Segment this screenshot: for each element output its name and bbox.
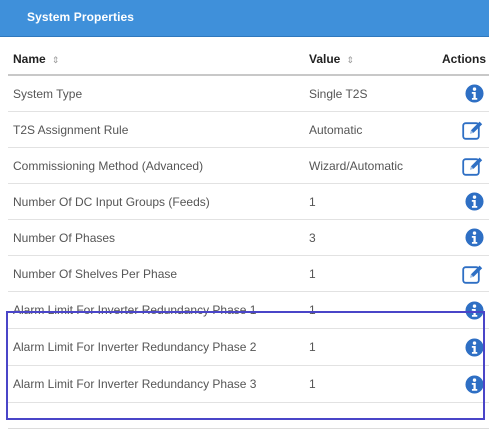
info-icon[interactable] — [465, 228, 484, 247]
property-name: Number Of DC Input Groups (Feeds) — [8, 183, 304, 220]
table-row: Commissioning Method (Advanced) Wizard/Au… — [8, 147, 489, 184]
property-name: System Type — [8, 75, 304, 112]
column-header-value[interactable]: Value ⇕ — [304, 44, 432, 76]
property-actions — [432, 219, 489, 256]
edit-icon[interactable] — [462, 264, 484, 284]
table-bottom-divider — [8, 428, 489, 429]
property-value: Single T2S — [304, 75, 432, 112]
property-actions — [432, 147, 489, 184]
table-row: Alarm Limit For Inverter Redundancy Phas… — [8, 365, 489, 403]
table-row: Number Of Shelves Per Phase 1 — [8, 255, 489, 292]
sort-icon[interactable]: ⇕ — [52, 55, 60, 65]
property-value: Automatic — [304, 111, 432, 148]
properties-table: Name ⇕ Value ⇕ Actions System Type Single T… — [8, 44, 489, 403]
property-name: Number Of Phases — [8, 219, 304, 256]
info-icon[interactable] — [465, 192, 484, 211]
table-row: Number Of DC Input Groups (Feeds) 1 — [8, 183, 489, 220]
property-name: Alarm Limit For Inverter Redundancy Phas… — [8, 365, 304, 403]
info-icon[interactable] — [465, 374, 484, 394]
property-actions — [432, 365, 489, 403]
property-value: 1 — [304, 365, 432, 403]
property-actions — [432, 111, 489, 148]
property-actions — [432, 255, 489, 292]
property-name: Alarm Limit For Inverter Redundancy Phas… — [8, 291, 304, 329]
panel-title: System Properties — [27, 10, 135, 24]
table-row: Alarm Limit For Inverter Redundancy Phas… — [8, 291, 489, 329]
property-value: Wizard/Automatic — [304, 147, 432, 184]
property-name: Number Of Shelves Per Phase — [8, 255, 304, 292]
property-value: 1 — [304, 255, 432, 292]
column-header-name-label: Name — [13, 52, 46, 66]
property-name: Commissioning Method (Advanced) — [8, 147, 304, 184]
column-header-value-label: Value — [309, 52, 341, 66]
property-actions — [432, 328, 489, 366]
property-actions — [432, 75, 489, 112]
column-header-name[interactable]: Name ⇕ — [8, 44, 304, 76]
property-actions — [432, 291, 489, 329]
property-name: Alarm Limit For Inverter Redundancy Phas… — [8, 328, 304, 366]
table-row: System Type Single T2S — [8, 75, 489, 112]
table-row: Alarm Limit For Inverter Redundancy Phas… — [8, 328, 489, 366]
property-value: 1 — [304, 328, 432, 366]
info-icon[interactable] — [465, 84, 484, 103]
property-name: T2S Assignment Rule — [8, 111, 304, 148]
system-properties-panel: System Properties Name ⇕ Value ⇕ Actions S… — [0, 0, 489, 440]
property-value: 1 — [304, 183, 432, 220]
edit-icon[interactable] — [462, 156, 484, 176]
sort-icon[interactable]: ⇕ — [346, 55, 354, 65]
property-value: 3 — [304, 219, 432, 256]
info-icon[interactable] — [465, 337, 484, 357]
property-actions — [432, 183, 489, 220]
edit-icon[interactable] — [462, 120, 484, 140]
property-value: 1 — [304, 291, 432, 329]
table-header-row: Name ⇕ Value ⇕ Actions — [8, 44, 489, 76]
panel-header: System Properties — [0, 0, 489, 37]
column-header-actions: Actions — [432, 44, 489, 76]
table-row: T2S Assignment Rule Automatic — [8, 111, 489, 148]
info-icon[interactable] — [465, 300, 484, 320]
table-row: Number Of Phases 3 — [8, 219, 489, 256]
